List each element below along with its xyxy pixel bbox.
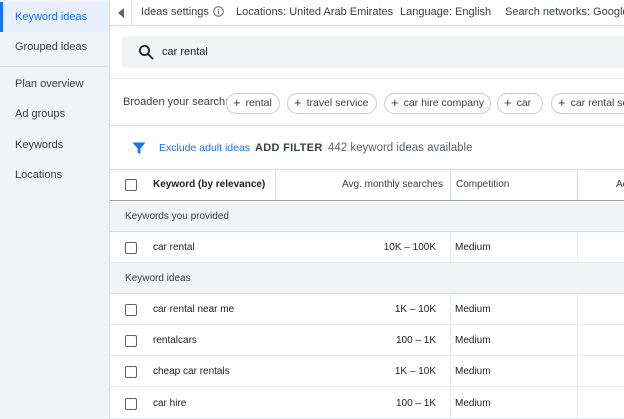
ideas-settings[interactable]: Ideas settings bbox=[141, 0, 224, 25]
keyword-cell: rentalcars bbox=[153, 335, 197, 346]
chip-label: rental bbox=[245, 97, 272, 109]
plus-icon: + bbox=[391, 95, 399, 110]
column-divider bbox=[275, 170, 276, 200]
locations-setting[interactable]: Locations: United Arab Emirates bbox=[236, 0, 393, 25]
competition-cell: Medium bbox=[455, 398, 491, 409]
sidebar-item-keywords[interactable]: Keywords bbox=[0, 130, 109, 160]
column-divider bbox=[577, 232, 578, 263]
table-row: rentalcars 100 – 1K Medium bbox=[110, 325, 624, 356]
ideas-settings-label: Ideas settings bbox=[141, 6, 209, 18]
volume-cell: 100 – 1K bbox=[395, 398, 436, 409]
keyword-cell: car rental bbox=[153, 242, 195, 253]
broaden-chip-car[interactable]: + car bbox=[497, 93, 543, 114]
competition-cell: Medium bbox=[455, 242, 491, 253]
table-row: car hire 100 – 1K Medium bbox=[110, 387, 624, 419]
chip-label: car bbox=[516, 97, 532, 109]
column-divider bbox=[450, 325, 451, 356]
competition-cell: Medium bbox=[455, 366, 491, 377]
volume-cell: 10K – 100K bbox=[383, 242, 436, 253]
group-label: Keywords you provided bbox=[125, 211, 229, 222]
volume-cell: 100 – 1K bbox=[395, 335, 436, 346]
language-setting[interactable]: Language: English bbox=[400, 0, 491, 25]
header-avg-monthly-searches[interactable]: Avg. monthly searches bbox=[342, 170, 443, 200]
ideas-available-count: 442 keyword ideas available bbox=[328, 142, 473, 154]
collapse-sidebar-button[interactable] bbox=[110, 0, 132, 25]
column-divider bbox=[450, 356, 451, 387]
competition-cell: Medium bbox=[455, 335, 491, 346]
caret-left-icon bbox=[117, 7, 124, 18]
row-checkbox[interactable] bbox=[125, 398, 137, 410]
search-box[interactable] bbox=[122, 36, 624, 68]
group-header-keyword-ideas: Keyword ideas bbox=[110, 263, 624, 294]
header-keyword[interactable]: Keyword (by relevance) bbox=[153, 170, 265, 200]
column-divider bbox=[577, 170, 578, 200]
broaden-chip-car-hire-company[interactable]: + car hire company bbox=[384, 93, 491, 114]
exclude-adult-ideas-link[interactable]: Exclude adult ideas bbox=[159, 126, 250, 170]
plus-icon: + bbox=[233, 95, 241, 110]
column-divider bbox=[450, 387, 451, 418]
chip-label: travel service bbox=[306, 97, 369, 109]
broaden-chip-rental[interactable]: + rental bbox=[226, 93, 280, 114]
select-all-checkbox[interactable] bbox=[125, 179, 137, 191]
table-row: cheap car rentals 1K – 10K Medium bbox=[110, 356, 624, 387]
sidebar: Keyword ideas Grouped ideas Plan overvie… bbox=[0, 0, 110, 419]
plus-icon: + bbox=[294, 95, 302, 110]
group-label: Keyword ideas bbox=[125, 273, 191, 284]
sidebar-item-locations[interactable]: Locations bbox=[0, 160, 109, 190]
search-input[interactable] bbox=[162, 36, 622, 68]
plus-icon: + bbox=[558, 95, 566, 110]
broaden-chip-travel-service[interactable]: + travel service bbox=[287, 93, 377, 114]
header-competition[interactable]: Competition bbox=[456, 170, 509, 200]
competition-cell: Medium bbox=[455, 304, 491, 315]
header-ad-impression-share[interactable]: Ac bbox=[616, 170, 624, 200]
broaden-chip-car-rental-se[interactable]: + car rental se bbox=[551, 93, 624, 114]
add-filter-button[interactable]: ADD FILTER bbox=[255, 126, 323, 170]
row-checkbox[interactable] bbox=[125, 335, 137, 347]
column-divider bbox=[450, 170, 451, 200]
column-divider bbox=[577, 387, 578, 418]
row-checkbox[interactable] bbox=[125, 304, 137, 316]
group-header-provided: Keywords you provided bbox=[110, 201, 624, 232]
sidebar-item-grouped-ideas[interactable]: Grouped ideas bbox=[0, 32, 109, 62]
filter-bar: Exclude adult ideas ADD FILTER 442 keywo… bbox=[110, 126, 624, 170]
column-divider bbox=[577, 356, 578, 387]
filter-icon[interactable] bbox=[132, 141, 146, 155]
ideas-settings-bar: Ideas settings Locations: United Arab Em… bbox=[110, 0, 624, 26]
column-divider bbox=[577, 325, 578, 356]
volume-cell: 1K – 10K bbox=[394, 304, 436, 315]
sidebar-item-plan-overview[interactable]: Plan overview bbox=[0, 69, 109, 99]
column-divider bbox=[450, 294, 451, 325]
column-divider bbox=[577, 294, 578, 325]
chip-label: car rental se bbox=[570, 97, 624, 109]
info-icon[interactable] bbox=[213, 5, 224, 17]
keyword-cell: car hire bbox=[153, 398, 187, 409]
column-divider bbox=[450, 232, 451, 263]
volume-cell: 1K – 10K bbox=[394, 366, 436, 377]
chip-label: car hire company bbox=[403, 97, 485, 109]
search-area bbox=[110, 26, 624, 78]
plus-icon: + bbox=[504, 95, 512, 110]
broaden-search-row: Broaden your search: + rental + travel ser… bbox=[110, 78, 624, 126]
keyword-cell: cheap car rentals bbox=[153, 366, 230, 377]
search-icon bbox=[139, 45, 154, 60]
table-row: car rental near me 1K – 10K Medium bbox=[110, 294, 624, 325]
sidebar-item-keyword-ideas[interactable]: Keyword ideas bbox=[0, 2, 109, 32]
row-checkbox[interactable] bbox=[125, 242, 137, 254]
keyword-cell: car rental near me bbox=[153, 304, 235, 315]
table-row: car rental 10K – 100K Medium bbox=[110, 232, 624, 263]
table-header: Keyword (by relevance) Avg. monthly sear… bbox=[110, 170, 624, 201]
row-checkbox[interactable] bbox=[125, 366, 137, 378]
sidebar-item-ad-groups[interactable]: Ad groups bbox=[0, 99, 109, 129]
sidebar-divider bbox=[0, 66, 109, 67]
search-networks-setting[interactable]: Search networks: Google bbox=[505, 0, 624, 25]
broaden-label: Broaden your search: bbox=[123, 96, 229, 108]
